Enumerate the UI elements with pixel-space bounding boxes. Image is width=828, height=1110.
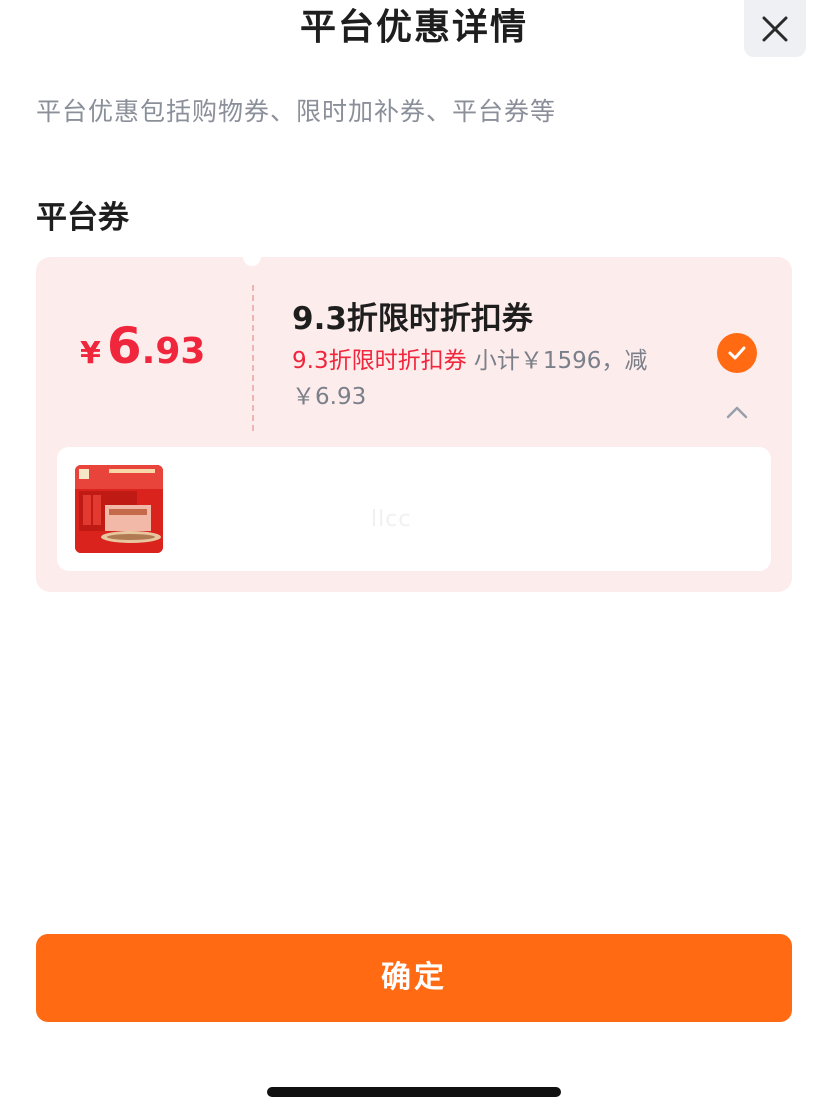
close-button[interactable] [744,0,806,57]
watermark-text: llcc [371,507,412,532]
close-icon [762,16,788,41]
amount-integer: 6 [106,317,142,375]
coupon-select-checkbox[interactable] [717,333,757,373]
check-icon [728,346,746,360]
coupon-card[interactable]: ¥6.93 9.3折限时折扣券 9.3折限时折扣券 小计￥1596，减￥6.93 [36,248,792,592]
coupon-name: 9.3折限时折扣券 [292,301,533,337]
product-thumbnail[interactable] [75,465,163,553]
home-indicator [267,1087,561,1097]
card-notch [243,248,261,266]
discount-description: 平台优惠包括购物券、限时加补券、平台券等 [36,97,557,126]
coupon-desc-highlight: 9.3折限时折扣券 [292,348,467,374]
amount-decimal: .93 [141,331,206,372]
confirm-button[interactable]: 确定 [36,934,792,1022]
page-title: 平台优惠详情 [299,7,528,48]
section-title: 平台券 [36,200,129,236]
currency-symbol: ¥ [80,336,101,371]
card-divider [252,285,254,431]
coupon-description: 9.3折限时折扣券 小计￥1596，减￥6.93 [292,343,692,415]
chevron-up-icon[interactable] [725,403,749,421]
product-panel: llcc [57,447,771,571]
coupon-amount: ¥6.93 [80,317,205,375]
